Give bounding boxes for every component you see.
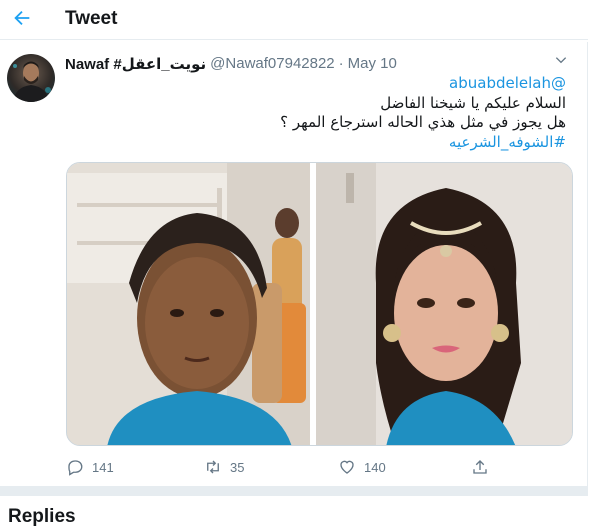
arrow-left-icon[interactable] [11, 7, 33, 29]
avatar-image [13, 61, 51, 102]
section-divider [0, 486, 588, 496]
replies-heading: Replies [8, 506, 76, 527]
mention-link[interactable]: @abuabdelelah [66, 74, 566, 94]
retweet-count: 35 [230, 459, 245, 475]
user-name[interactable]: Nawaf #نويت_اعقل [65, 55, 206, 73]
like-count: 140 [364, 459, 386, 475]
photo-before[interactable] [67, 163, 311, 445]
tweet-text: @abuabdelelah السلام عليكم يا شيخنا الفا… [66, 74, 566, 152]
chevron-down-icon[interactable] [553, 52, 569, 68]
like-button[interactable]: 140 [338, 458, 386, 476]
tweet-date[interactable]: May 10 [348, 55, 397, 73]
avatar[interactable] [7, 54, 55, 102]
tweet-header: Nawaf #نويت_اعقل @Nawaf07942822 · May 10 [65, 55, 397, 73]
retweet-button[interactable]: 35 [204, 458, 244, 476]
tweet-actions: 141 35 140 [66, 456, 526, 478]
photo-before-illustration [67, 163, 311, 445]
photo-after-illustration [316, 163, 572, 445]
reply-count: 141 [92, 459, 114, 475]
share-icon [473, 460, 487, 474]
user-handle[interactable]: @Nawaf07942822 [210, 55, 334, 73]
reply-button[interactable]: 141 [66, 458, 114, 476]
reply-icon [68, 460, 83, 476]
tweet-media [66, 162, 573, 446]
photo-after[interactable] [316, 163, 572, 445]
heart-icon [340, 460, 354, 474]
separator-dot: · [338, 55, 344, 72]
tweet-line-1: السلام عليكم يا شيخنا الفاضل [380, 93, 566, 112]
hashtag-link[interactable]: #الشوفه_الشرعيه [66, 133, 566, 153]
tweet: Nawaf #نويت_اعقل @Nawaf07942822 · May 10… [0, 42, 588, 486]
page-header: Tweet [0, 0, 588, 40]
share-button[interactable] [471, 458, 489, 476]
page-title: Tweet [65, 8, 118, 29]
retweet-icon [207, 460, 219, 474]
tweet-line-2: هل يجوز في مثل هذي الحاله استرجاع المهر … [280, 113, 566, 131]
